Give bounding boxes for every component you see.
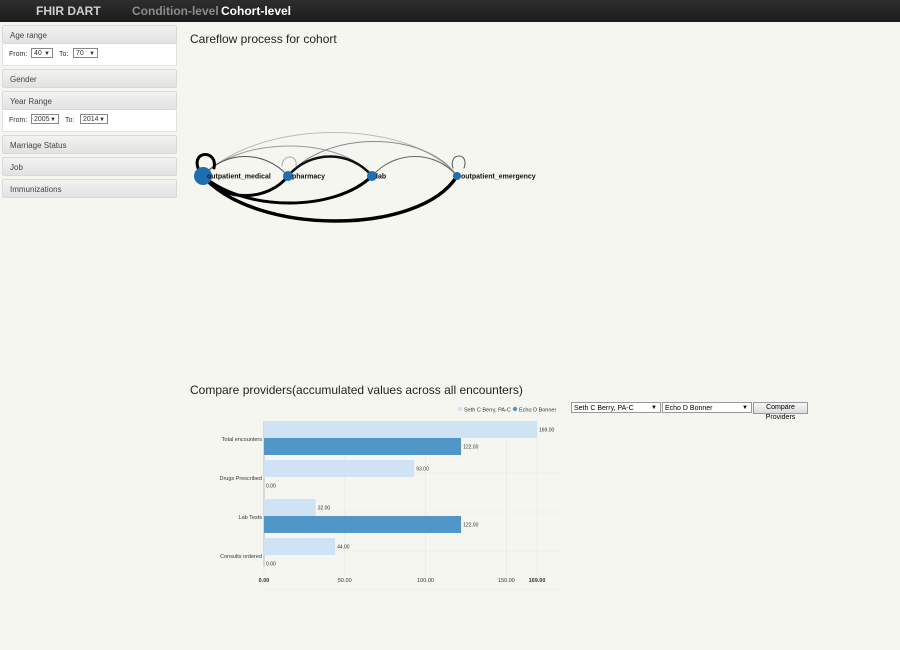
immunizations-header[interactable]: Immunizations [2, 179, 177, 198]
careflow-node[interactable] [453, 172, 461, 180]
category-label: Lab Tests [239, 515, 263, 521]
bar-value-label: 0.00 [266, 562, 276, 568]
chevron-down-icon: ▼ [50, 117, 56, 123]
provider-bar-chart: Seth C Berry, PA-C Echo D Bonner Total enc… [220, 406, 564, 591]
x-tick-label: 150.00 [498, 578, 515, 584]
chevron-down-icon: ▼ [742, 405, 748, 411]
bar [264, 499, 316, 516]
bar-value-label: 169.00 [539, 428, 555, 434]
age-from-select[interactable]: 40 ▼ [31, 48, 53, 58]
legend-swatch [457, 406, 463, 412]
bar-value-label: 122.00 [463, 445, 479, 451]
careflow-edge [281, 156, 297, 167]
year-from-value: 2005 [34, 116, 50, 123]
provider-2-value: Echo D Bonner [665, 405, 713, 412]
marriage-status-header[interactable]: Marriage Status [2, 135, 177, 154]
age-range-header[interactable]: Age range [2, 25, 177, 44]
bar-value-label: 44.00 [337, 545, 350, 551]
bar-value-label: 0.00 [266, 484, 276, 490]
node-label: outpatient_medical [207, 174, 271, 181]
x-tick-label: 0.00 [259, 578, 270, 584]
bar [264, 421, 537, 438]
compare-providers-button[interactable]: Compare Providers [753, 402, 808, 421]
bar [264, 516, 462, 533]
legend-swatch [512, 406, 518, 412]
chevron-down-icon: ▼ [651, 405, 657, 411]
age-to-label: To: [59, 51, 69, 58]
node-label: lab [376, 174, 386, 181]
year-to-value: 2014 [83, 116, 99, 123]
careflow-title: Careflow process for cohort [190, 32, 337, 46]
chevron-down-icon: ▼ [44, 51, 50, 57]
nav-cohort-level[interactable]: Cohort-level [221, 0, 291, 22]
job-header[interactable]: Job [2, 157, 177, 176]
year-from-label: From: [9, 117, 28, 124]
year-range-panel: From: 2005 ▼ To: 2014 ▼ [2, 110, 177, 132]
year-to-label: To: [65, 117, 75, 124]
node-label: pharmacy [292, 174, 325, 181]
age-from-label: From: [9, 51, 28, 58]
chevron-down-icon: ▼ [89, 51, 95, 57]
brand-link[interactable]: FHIR DART [36, 0, 101, 22]
age-to-value: 70 [76, 50, 84, 57]
age-to-select[interactable]: 70 ▼ [73, 48, 98, 58]
filter-sidebar: Age range From: 40 ▼ To: 70 ▼ Gender Year … [2, 25, 177, 201]
nav-condition-level[interactable]: Condition-level [132, 0, 219, 22]
category-label: Total encounters [222, 437, 263, 443]
legend-label: Seth C Berry, PA-C [464, 408, 511, 414]
chevron-down-icon: ▼ [99, 117, 105, 123]
year-range-header[interactable]: Year Range [2, 91, 177, 110]
provider-1-select[interactable]: Seth C Berry, PA-C ▼ [571, 402, 661, 413]
careflow-edge [195, 153, 216, 170]
category-label: Consults ordered [220, 554, 262, 560]
x-tick-label: 50.00 [338, 578, 352, 584]
provider-1-value: Seth C Berry, PA-C [574, 405, 634, 412]
gender-header[interactable]: Gender [2, 69, 177, 88]
careflow-graph: outpatient_medical pharmacy lab outpatie… [194, 132, 536, 223]
age-from-value: 40 [34, 50, 42, 57]
careflow-edge [202, 132, 458, 177]
bar [264, 438, 462, 455]
year-from-select[interactable]: 2005 ▼ [31, 114, 59, 124]
bar-value-label: 122.00 [463, 523, 479, 529]
careflow-edge [451, 155, 466, 169]
bar-value-label: 93.00 [416, 467, 429, 473]
node-label: outpatient_emergency [461, 174, 536, 181]
provider-2-select[interactable]: Echo D Bonner ▼ [662, 402, 752, 413]
bar [264, 538, 336, 555]
x-tick-label: 169.00 [529, 578, 546, 584]
legend-label: Echo D Bonner [519, 408, 556, 414]
year-to-select[interactable]: 2014 ▼ [80, 114, 108, 124]
top-navbar: FHIR DART Condition-level Cohort-level [0, 0, 900, 22]
bar-value-label: 32.00 [318, 506, 331, 512]
age-range-panel: From: 40 ▼ To: 70 ▼ [2, 44, 177, 66]
x-tick-label: 100.00 [417, 578, 434, 584]
bar [264, 460, 415, 477]
category-label: Drugs Prescribed [220, 476, 263, 482]
